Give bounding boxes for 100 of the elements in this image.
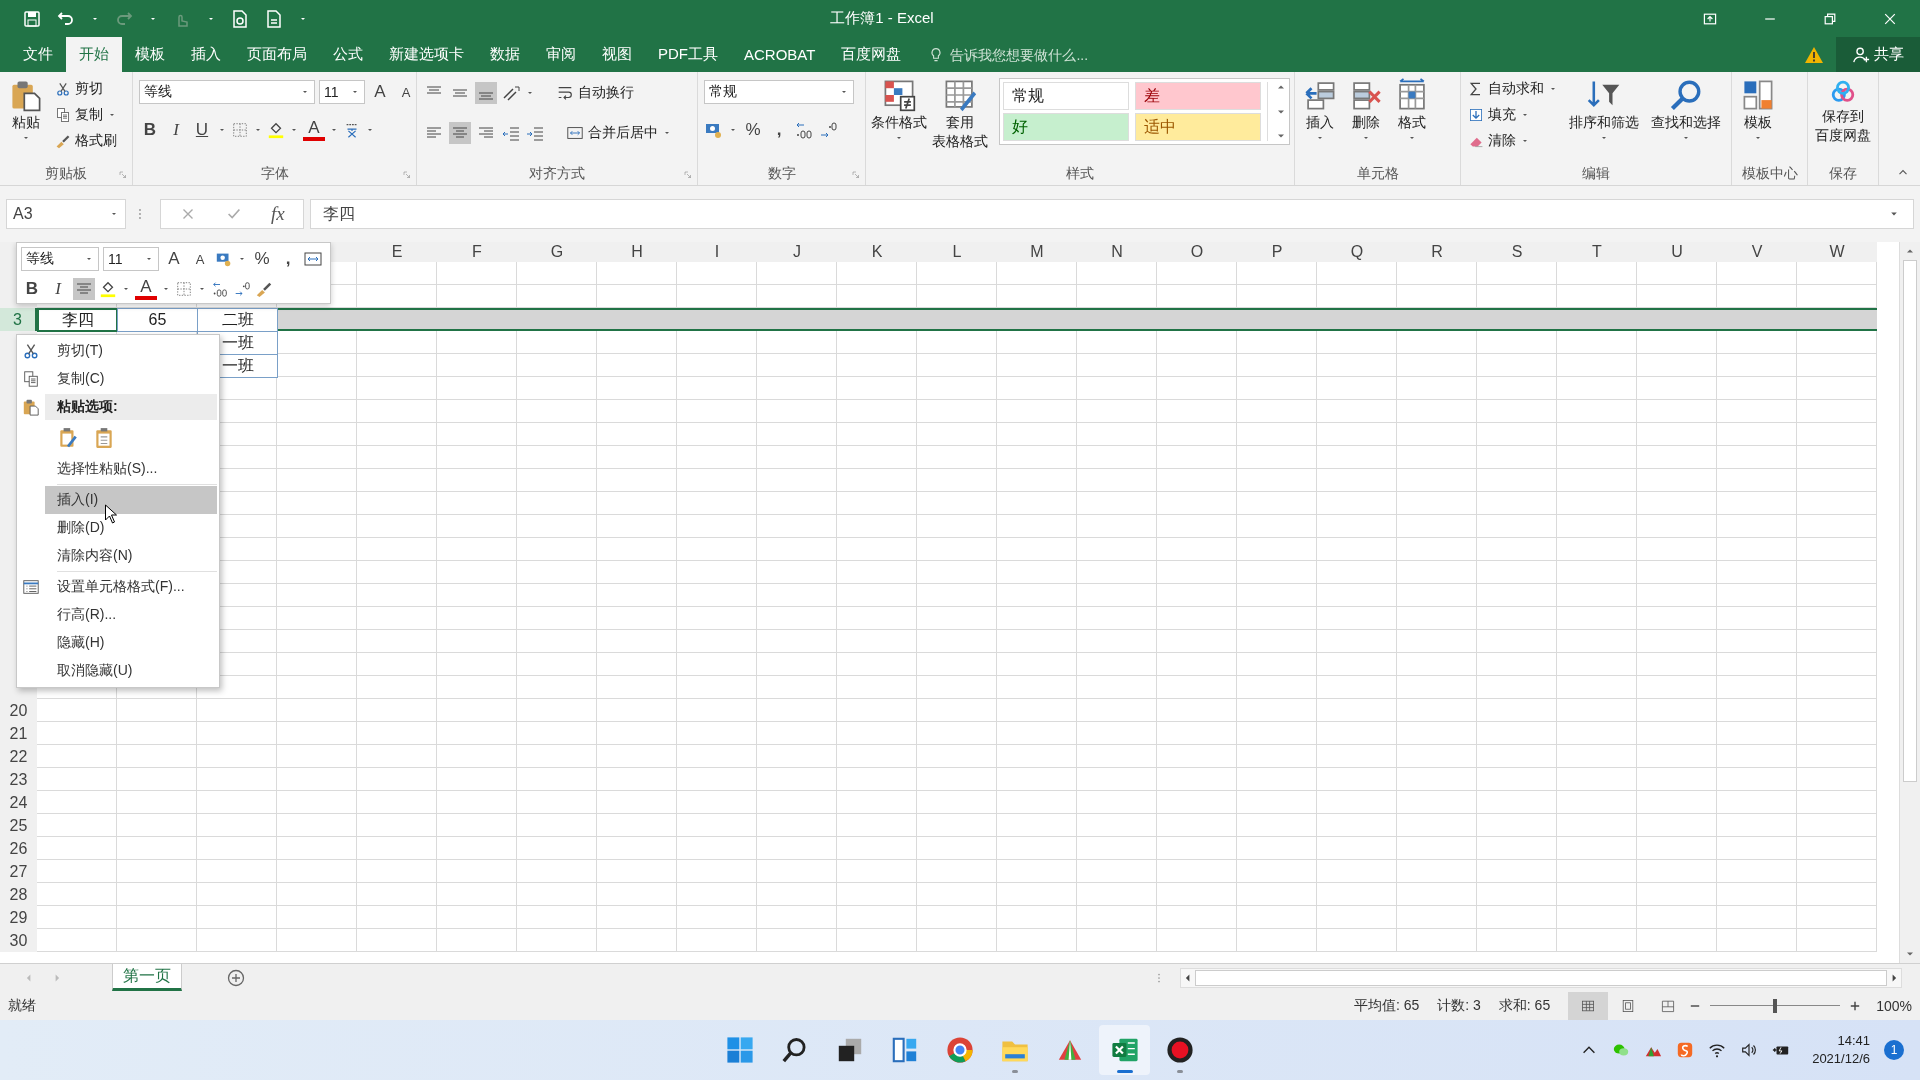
clear-button[interactable]: 清除: [1465, 128, 1561, 154]
row-header[interactable]: 3: [0, 308, 37, 331]
column-header[interactable]: E: [357, 242, 437, 262]
decrease-decimal-icon[interactable]: [233, 280, 251, 298]
delete-button[interactable]: 删除: [1345, 76, 1387, 145]
sort-filter-button[interactable]: 排序和筛选: [1565, 76, 1643, 145]
save-to-cloud-button[interactable]: 保存到 百度网盘: [1812, 76, 1874, 146]
column-header[interactable]: Q: [1317, 242, 1397, 262]
column-header[interactable]: J: [757, 242, 837, 262]
fill-color-icon[interactable]: [99, 280, 117, 298]
column-header[interactable]: O: [1157, 242, 1237, 262]
ribbon-tab[interactable]: 页面布局: [234, 37, 320, 72]
zoom-slider-thumb[interactable]: [1773, 999, 1778, 1013]
percent-button[interactable]: %: [251, 247, 273, 271]
menu-item[interactable]: 取消隐藏(U): [45, 657, 219, 685]
bold-button[interactable]: B: [21, 277, 43, 301]
cell-style[interactable]: 差: [1135, 82, 1261, 110]
ribbon-tab[interactable]: 视图: [589, 37, 645, 72]
clock-time[interactable]: 14:41: [1837, 1032, 1870, 1050]
zoom-slider[interactable]: [1710, 998, 1841, 1014]
sheet-tab[interactable]: 第一页: [112, 964, 182, 991]
column-header[interactable]: T: [1557, 242, 1637, 262]
tell-me-field[interactable]: 告诉我您想要做什么...: [928, 45, 1153, 64]
font-name-dropdown[interactable]: 等线: [139, 80, 315, 104]
column-header[interactable]: U: [1637, 242, 1717, 262]
menu-item[interactable]: 设置单元格格式(F)...: [45, 573, 219, 601]
font-color-button[interactable]: A: [303, 119, 325, 141]
save-icon[interactable]: [22, 8, 42, 29]
vertical-scrollbar[interactable]: [1899, 242, 1920, 963]
zoom-level[interactable]: 100%: [1876, 998, 1912, 1014]
italic-button[interactable]: I: [165, 118, 187, 142]
font-name-dropdown[interactable]: 等线: [21, 247, 99, 271]
paste-formatting-icon[interactable]: [57, 427, 79, 449]
cell-style[interactable]: 常规: [1003, 82, 1129, 110]
grow-font-button[interactable]: A: [369, 80, 391, 104]
print-preview-icon[interactable]: [230, 8, 250, 29]
column-header[interactable]: R: [1397, 242, 1477, 262]
column-header[interactable]: V: [1717, 242, 1797, 262]
menu-item[interactable]: 清除内容(N): [45, 542, 219, 570]
shrink-font-button[interactable]: A: [189, 247, 211, 271]
text-orientation-icon[interactable]: [501, 83, 521, 103]
table-format-button[interactable]: 套用 表格格式: [931, 76, 989, 152]
wifi-icon[interactable]: [1708, 1041, 1727, 1059]
ribbon-tab[interactable]: ACROBAT: [731, 37, 829, 72]
column-header[interactable]: M: [997, 242, 1077, 262]
number-format-dropdown[interactable]: 常规: [704, 80, 854, 104]
find-select-button[interactable]: 查找和选择: [1647, 76, 1725, 145]
fill-button[interactable]: 填充: [1465, 102, 1561, 128]
ribbon-tab[interactable]: 审阅: [533, 37, 589, 72]
menu-item[interactable]: 隐藏(H): [45, 629, 219, 657]
menu-item[interactable]: 插入(I): [45, 486, 217, 514]
ribbon-tab[interactable]: 公式: [320, 37, 376, 72]
column-header[interactable]: F: [437, 242, 517, 262]
ribbon-tab[interactable]: 百度网盘: [828, 37, 915, 72]
paste-icon[interactable]: [93, 427, 115, 449]
align-lines-icon[interactable]: [449, 122, 471, 144]
font-size-dropdown[interactable]: 11: [319, 80, 365, 104]
comma-button[interactable]: ,: [277, 247, 299, 271]
column-header[interactable]: S: [1477, 242, 1557, 262]
grow-font-button[interactable]: A: [163, 247, 185, 271]
ribbon-tab[interactable]: 模板: [122, 37, 178, 72]
bold-button[interactable]: B: [139, 118, 161, 142]
font-color-button[interactable]: A: [135, 278, 157, 300]
merge-icon[interactable]: [303, 249, 323, 269]
font-size-dropdown[interactable]: 11: [103, 247, 159, 271]
increase-decimal-icon[interactable]: [794, 120, 814, 140]
merge-center-button[interactable]: 合并后居中: [563, 120, 675, 146]
wrap-text-button[interactable]: 自动换行: [553, 80, 637, 106]
column-header[interactable]: L: [917, 242, 997, 262]
menu-item[interactable]: 删除(D): [45, 514, 219, 542]
column-header[interactable]: G: [517, 242, 597, 262]
underline-button[interactable]: U: [191, 118, 213, 142]
ribbon-tab[interactable]: 开始: [66, 37, 122, 72]
copy-button[interactable]: 复制: [52, 102, 120, 128]
menu-item[interactable]: 选择性粘贴(S)...: [45, 455, 219, 483]
decrease-decimal-icon[interactable]: [818, 120, 838, 140]
paste-button[interactable]: 粘贴: [4, 76, 48, 145]
border-icon[interactable]: [175, 280, 193, 298]
conditional-format-button[interactable]: 条件格式: [870, 76, 928, 145]
volume-icon[interactable]: [1740, 1041, 1759, 1059]
input-method-icon[interactable]: [1676, 1041, 1695, 1059]
document-icon[interactable]: [264, 8, 284, 29]
ribbon-tab[interactable]: PDF工具: [645, 37, 731, 72]
column-header[interactable]: K: [837, 242, 917, 262]
template-button[interactable]: 模板: [1736, 76, 1780, 145]
italic-button[interactable]: I: [47, 277, 69, 301]
insert-function-button[interactable]: fx: [271, 203, 285, 225]
ribbon-tab[interactable]: 文件: [10, 37, 66, 72]
column-header[interactable]: P: [1237, 242, 1317, 262]
ribbon-tab[interactable]: 插入: [178, 37, 234, 72]
notification-badge[interactable]: 1: [1884, 1040, 1904, 1060]
ribbon-tab[interactable]: 数据: [477, 37, 533, 72]
insert-button[interactable]: 插入: [1299, 76, 1341, 145]
ribbon-tab[interactable]: 新建选项卡: [376, 37, 477, 72]
column-header[interactable]: W: [1797, 242, 1877, 262]
name-box[interactable]: A3: [6, 199, 126, 229]
cell-style[interactable]: 适中: [1135, 113, 1261, 141]
border-icon[interactable]: [231, 121, 249, 139]
autosum-button[interactable]: 自动求和: [1465, 76, 1561, 102]
cut-button[interactable]: 剪切: [52, 76, 120, 102]
